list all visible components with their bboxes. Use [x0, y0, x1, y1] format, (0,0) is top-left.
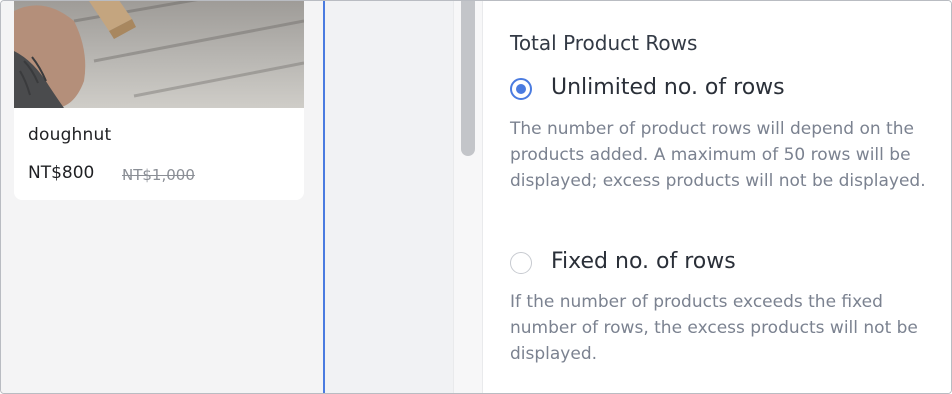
scrollbar-thumb[interactable]	[461, 1, 475, 156]
product-image	[14, 1, 304, 108]
option-label-fixed-rows[interactable]: Fixed no. of rows	[551, 249, 736, 274]
product-price: NT$800	[28, 163, 95, 183]
product-original-price: NT$1,000	[122, 166, 195, 184]
section-title: Total Product Rows	[510, 31, 698, 55]
product-card[interactable]: doughnut NT$800 NT$1,000	[14, 1, 304, 200]
canvas-area	[325, 1, 453, 393]
option-label-unlimited-rows[interactable]: Unlimited no. of rows	[551, 75, 785, 100]
scrollbar-track[interactable]	[453, 1, 483, 393]
radio-fixed-rows[interactable]	[510, 252, 532, 274]
settings-panel: Total Product Rows Unlimited no. of rows…	[483, 1, 951, 393]
product-name: doughnut	[28, 125, 112, 145]
option-description-fixed-rows: If the number of products exceeds the fi…	[510, 292, 918, 364]
app-frame: doughnut NT$800 NT$1,000 Total Product R…	[0, 0, 952, 394]
option-description-unlimited-rows: The number of product rows will depend o…	[510, 119, 926, 191]
store-preview-panel: doughnut NT$800 NT$1,000	[1, 1, 323, 393]
radio-unlimited-rows[interactable]	[510, 78, 532, 100]
